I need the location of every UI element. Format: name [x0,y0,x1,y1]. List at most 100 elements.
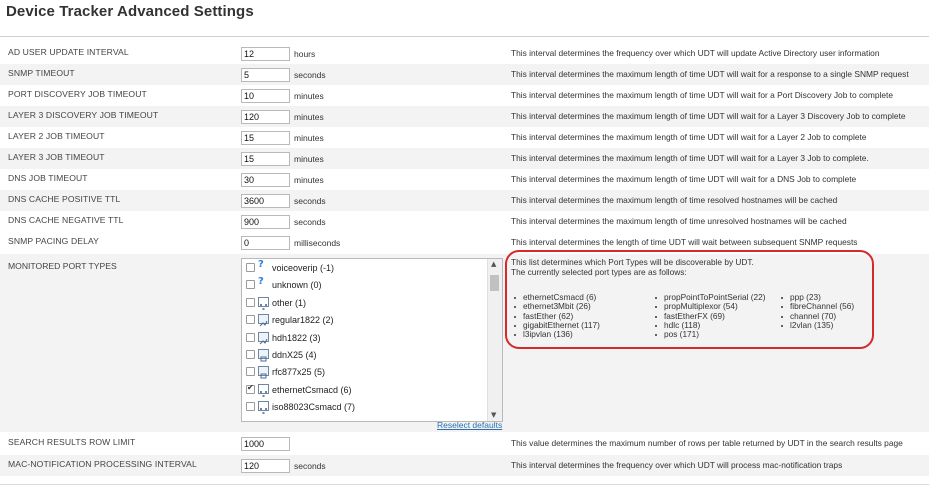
setting-description: This interval determines the frequency o… [511,48,880,58]
port-types-list: ? voiceoverip (-1) ? unknown (0) other (… [242,259,487,416]
setting-input-dns-cache-positive-ttl[interactable]: 3600 [241,194,290,208]
checkbox[interactable] [246,297,255,307]
network-icon [258,296,269,310]
port-type-label: rfc877x25 (5) [272,367,326,378]
setting-label: MAC-NOTIFICATION PROCESSING INTERVAL [8,459,197,469]
setting-label: DNS CACHE NEGATIVE TTL [8,215,124,225]
list-item[interactable]: rfc877x25 (5) [242,363,487,380]
checkbox[interactable] [246,263,255,272]
list-item[interactable]: ddnX25 (4) [242,346,487,363]
port-types-listbox[interactable]: ? voiceoverip (-1) ? unknown (0) other (… [241,258,503,422]
scroll-down-icon[interactable]: ▼ [491,411,496,419]
bottom-divider [0,484,929,485]
setting-input-search-results-row-limit[interactable]: 1000 [241,437,290,451]
setting-description: This interval determines the frequency o… [511,460,843,470]
setting-row-monitored-port-types: MONITORED PORT TYPES ? voiceoverip (-1) … [0,254,929,432]
setting-label: LAYER 3 DISCOVERY JOB TIMEOUT [8,110,159,120]
setting-description: This value determines the maximum number… [511,438,903,448]
setting-row-layer3-discovery-job-timeout: LAYER 3 DISCOVERY JOB TIMEOUT 120 minute… [0,106,929,127]
setting-description: This interval determines the maximum len… [511,195,838,205]
setting-unit: milliseconds [294,238,341,248]
port-type-label: hdh1822 (3) [272,332,321,343]
checkbox[interactable] [246,349,255,359]
setting-label: SEARCH RESULTS ROW LIMIT [8,437,136,447]
setting-input-layer3-job-timeout[interactable]: 15 [241,152,290,166]
setting-row-mac-notification-processing-interval: MAC-NOTIFICATION PROCESSING INTERVAL 120… [0,455,929,476]
setting-row-layer2-job-timeout: LAYER 2 JOB TIMEOUT 15 minutes This inte… [0,127,929,148]
list-item[interactable]: hdh1822 (3) [242,329,487,346]
list-item[interactable]: ? unknown (0) [242,276,487,293]
setting-description: This interval determines the maximum len… [511,153,869,163]
network-icon [258,383,269,397]
setting-unit: minutes [294,91,324,101]
reselect-defaults-link[interactable]: Reselect defaults [437,420,502,430]
setting-label: LAYER 3 JOB TIMEOUT [8,152,105,162]
setting-input-snmp-timeout[interactable]: 5 [241,68,290,82]
setting-label: DNS JOB TIMEOUT [8,173,88,183]
port-type-label: regular1822 (2) [272,315,334,326]
selected-port-type: l3ipvlan (136) [511,329,600,339]
list-item[interactable]: iso88023Csmacd (7) [242,398,487,415]
setting-input-mac-notification-processing-interval[interactable]: 120 [241,459,290,473]
port-type-label: other (1) [272,297,307,308]
port-type-label: unknown (0) [272,280,322,291]
page-title: Device Tracker Advanced Settings [6,3,254,20]
setting-label: AD USER UPDATE INTERVAL [8,47,129,57]
setting-description: This interval determines the maximum len… [511,69,909,79]
question-icon: ? [258,259,264,270]
port-type-label: ethernetCsmacd (6) [272,384,352,395]
setting-input-layer2-job-timeout[interactable]: 15 [241,131,290,145]
setting-label: DNS CACHE POSITIVE TTL [8,194,121,204]
list-item[interactable]: ? voiceoverip (-1) [242,259,487,276]
listbox-scrollbar[interactable]: ▲ ▼ [487,259,502,421]
setting-label: SNMP TIMEOUT [8,68,75,78]
selected-column-2: propPointToPointSerial (22) propMultiple… [652,292,765,339]
network-icon [258,401,269,415]
setting-row-port-discovery-job-timeout: PORT DISCOVERY JOB TIMEOUT 10 minutes Th… [0,85,929,106]
setting-description: This interval determines the maximum len… [511,90,893,100]
checkbox-checked[interactable] [246,383,255,394]
setting-input-layer3-discovery-job-timeout[interactable]: 120 [241,110,290,124]
setting-input-dns-job-timeout[interactable]: 30 [241,173,290,187]
setting-unit: seconds [294,196,326,206]
port-type-label: ddnX25 (4) [272,349,317,360]
scroll-up-icon[interactable]: ▲ [491,260,496,268]
list-item[interactable]: regular1822 (2) [242,311,487,328]
list-item[interactable]: ethernetCsmacd (6) [242,381,487,398]
setting-description: This interval determines the maximum len… [511,132,867,142]
setting-description: This interval determines the maximum len… [511,174,857,184]
title-divider [0,36,929,37]
info-line-2: The currently selected port types are as… [511,267,687,277]
setting-label: MONITORED PORT TYPES [8,261,117,271]
selected-port-type: l2vlan (135) [778,320,854,330]
setting-input-dns-cache-negative-ttl[interactable]: 900 [241,215,290,229]
setting-unit: minutes [294,154,324,164]
setting-unit: minutes [294,175,324,185]
setting-label: SNMP PACING DELAY [8,236,100,246]
setting-unit: seconds [294,70,326,80]
setting-unit: hours [294,49,316,59]
setting-description: This interval determines the maximum len… [511,216,847,226]
setting-unit: minutes [294,112,324,122]
selected-column-1: ethernetCsmacd (6) ethernet3Mbit (26) fa… [511,292,600,339]
setting-input-port-discovery-job-timeout[interactable]: 10 [241,89,290,103]
list-item[interactable]: other (1) [242,294,487,311]
checkbox[interactable] [246,402,255,412]
setting-description: This interval determines the maximum len… [511,111,906,121]
info-line-1: This list determines which Port Types wi… [511,257,754,267]
port-icon [258,366,269,379]
checkbox[interactable] [246,315,255,325]
selected-port-type: pos (171) [652,329,765,339]
setting-input-ad-user-update-interval[interactable]: 12 [241,47,290,61]
checkbox[interactable] [246,280,255,290]
question-icon: ? [258,276,264,288]
setting-input-snmp-pacing-delay[interactable]: 0 [241,236,290,250]
setting-unit: minutes [294,133,324,143]
checkbox[interactable] [246,332,255,342]
checkbox[interactable] [246,367,255,377]
scrollbar-thumb[interactable] [490,275,499,291]
setting-unit: seconds [294,461,326,471]
port-type-label: iso88023Csmacd (7) [272,402,356,413]
port-icon [258,331,269,344]
port-types-info: This list determines which Port Types wi… [511,257,871,339]
